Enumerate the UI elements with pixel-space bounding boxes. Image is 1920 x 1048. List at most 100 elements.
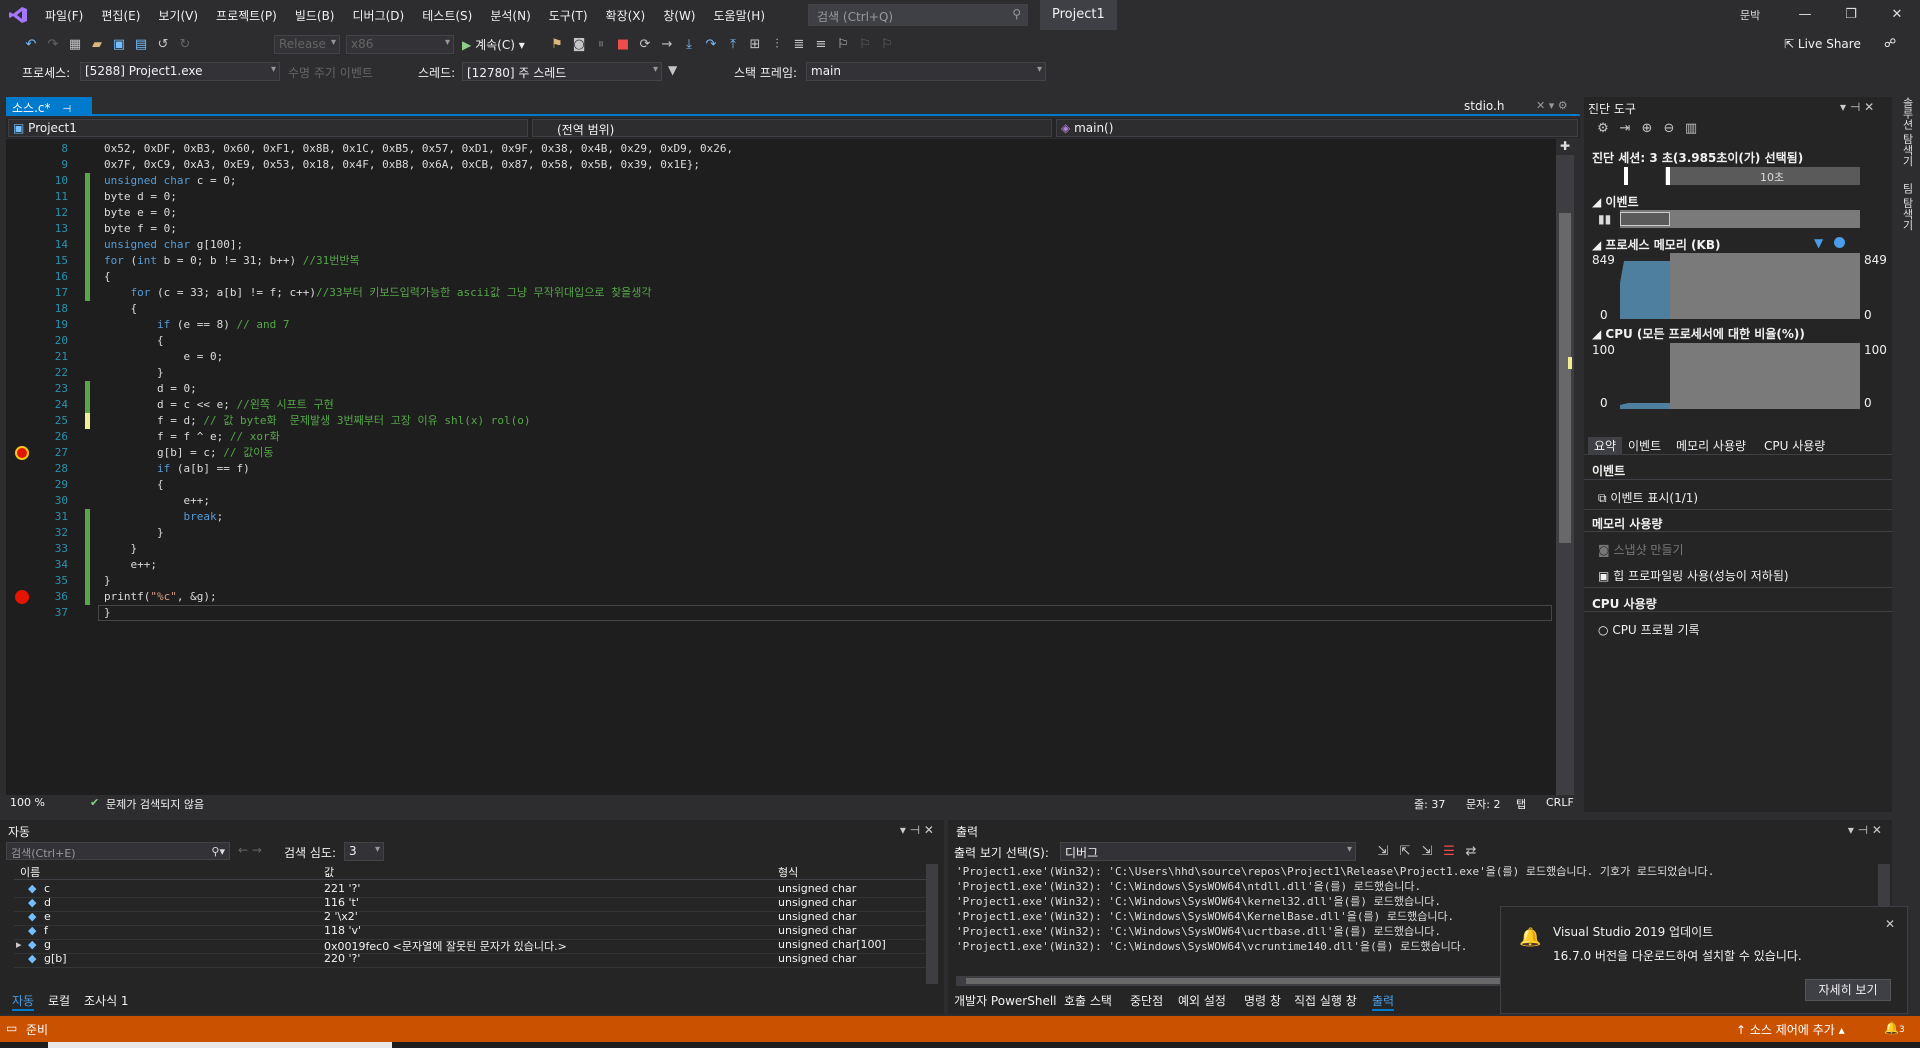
function-select[interactable]: ◈ main() (1056, 119, 1578, 137)
new-project-icon[interactable]: ▦ (64, 35, 86, 55)
code-line[interactable]: f = d; // 값 byte화 문제발생 3번째부터 고장 이유 shl(x… (104, 413, 531, 429)
learn-more-button[interactable]: 자세히 보기 (1805, 979, 1891, 1001)
code-line[interactable]: for (int b = 0; b != 31; b++) //31번반복 (104, 253, 360, 269)
menu-item[interactable]: 보기(V) (149, 7, 207, 24)
split-editor-icon[interactable]: ✚ (1556, 139, 1574, 155)
take-snapshot-button[interactable]: ◙ 스냅샷 만들기 (1598, 541, 1684, 558)
tab-call-stack[interactable]: 호출 스택 (1064, 992, 1112, 1009)
editor-scroll-thumb[interactable] (1559, 213, 1571, 543)
output-hscroll-thumb[interactable] (966, 978, 1506, 984)
variable-value[interactable]: 221 '?' (324, 882, 360, 895)
code-line[interactable]: { (104, 301, 137, 317)
notifications-icon[interactable]: 🔔3 (1884, 1021, 1905, 1035)
code-line[interactable]: { (104, 333, 164, 349)
zoom-level[interactable]: 100 % (10, 796, 45, 809)
code-line[interactable]: unsigned char c = 0; (104, 173, 236, 189)
configuration-select[interactable]: Release (274, 35, 340, 54)
code-line[interactable]: } (104, 541, 137, 557)
menu-item[interactable]: 도움말(H) (705, 7, 775, 24)
timeline-handle-right[interactable] (1666, 167, 1670, 185)
variable-row[interactable]: ◆ g[b] 220 '?' unsigned char (14, 952, 926, 968)
code-line[interactable]: for (c = 33; a[b] != f; c++)//33부터 키보드입력… (104, 285, 652, 301)
col-type[interactable]: 형식 (778, 864, 798, 880)
code-line[interactable]: 0x52, 0xDF, 0xB3, 0x60, 0xF1, 0x8B, 0x1C… (104, 141, 733, 157)
clear-all-icon[interactable]: ☰ (1438, 842, 1460, 862)
autos-scrollbar[interactable] (926, 864, 938, 984)
code-line[interactable]: } (104, 525, 164, 541)
process-select[interactable]: [5288] Project1.exe (80, 62, 280, 81)
screenshot-icon[interactable]: ◙ (568, 35, 590, 55)
restore-icon[interactable]: ❐ (1828, 0, 1874, 30)
tab-locals[interactable]: 로컬 (48, 992, 70, 1009)
hex-display-icon[interactable]: ⊞ (744, 35, 766, 55)
step-out-icon[interactable]: ⤒ (722, 35, 744, 55)
global-scope-select[interactable]: (전역 범위) (532, 119, 1052, 137)
reset-zoom-icon[interactable]: ▥ (1680, 119, 1702, 139)
redo-icon[interactable]: ↻ (174, 35, 196, 55)
restart-icon[interactable]: ⟳ (634, 35, 656, 55)
tab-indicator[interactable]: 탭 (1516, 796, 1526, 812)
undo-icon[interactable]: ↺ (152, 35, 174, 55)
bookmark-icon[interactable]: ⚐ (832, 35, 854, 55)
code-line[interactable]: unsigned char g[100]; (104, 237, 243, 253)
bookmark-prev-icon[interactable]: ⚐ (854, 35, 876, 55)
menu-item[interactable]: 테스트(S) (413, 7, 481, 24)
events-graph[interactable] (1620, 210, 1860, 228)
uncomment-icon[interactable]: ≡ (810, 35, 832, 55)
filter-icon[interactable]: ▼ (668, 63, 677, 77)
step-into-icon[interactable]: ⤓ (678, 35, 700, 55)
stop-icon[interactable]: ■ (612, 35, 634, 55)
code-line[interactable]: byte f = 0; (104, 221, 177, 237)
stack-frame-select[interactable]: main (806, 62, 1046, 81)
platform-select[interactable]: x86 (346, 35, 454, 54)
thread-select[interactable]: [12780] 주 스레드 (462, 62, 662, 81)
code-line[interactable]: if (a[b] == f) (104, 461, 250, 477)
col-name[interactable]: 이름 (20, 864, 40, 880)
lifecycle-events-button[interactable]: 수명 주기 이벤트 (288, 64, 373, 81)
menu-item[interactable]: 디버그(D) (344, 7, 414, 24)
show-events-link[interactable]: ⧉ 이벤트 표시(1/1) (1598, 489, 1698, 506)
editor-vertical-scrollbar[interactable] (1556, 139, 1574, 795)
code-line[interactable]: { (104, 477, 164, 493)
code-line[interactable]: byte e = 0; (104, 205, 177, 221)
project-scope-select[interactable]: ▣ Project1 (8, 119, 528, 137)
menu-item[interactable]: 창(W) (654, 7, 704, 24)
code-line[interactable]: 0x7F, 0xC9, 0xA3, 0xE9, 0x53, 0x18, 0x4F… (104, 157, 700, 173)
code-line[interactable]: byte d = 0; (104, 189, 177, 205)
record-cpu-profile-button[interactable]: ○ CPU 프로필 기록 (1598, 621, 1700, 638)
code-line[interactable]: if (e == 8) // and 7 (104, 317, 289, 333)
close-notification-icon[interactable]: ✕ (1885, 917, 1895, 931)
minimize-icon[interactable]: — (1782, 0, 1828, 30)
step-over-icon[interactable]: ↷ (700, 35, 722, 55)
breakpoint-current-icon[interactable] (15, 446, 29, 460)
tab-output[interactable]: 출력 (1372, 992, 1395, 1011)
code-line[interactable]: break; (104, 509, 223, 525)
tab-events[interactable]: 이벤트 (1628, 437, 1661, 454)
tab-command-window[interactable]: 명령 창 (1244, 992, 1281, 1009)
eol-indicator[interactable]: CRLF (1546, 796, 1574, 809)
feedback-icon[interactable]: ☍ (1884, 36, 1896, 50)
code-line[interactable]: f = f ^ e; // xor화 (104, 429, 280, 445)
word-wrap-icon[interactable]: ⇄ (1460, 842, 1482, 862)
menu-item[interactable]: 도구(T) (540, 7, 597, 24)
tab-watch1[interactable]: 조사식 1 (84, 992, 129, 1009)
menu-item[interactable]: 확장(X) (597, 7, 655, 24)
pause-icon[interactable]: ⏸ (590, 35, 612, 55)
col-value[interactable]: 값 (324, 864, 334, 880)
open-folder-icon[interactable]: ▰ (86, 35, 108, 55)
save-icon[interactable]: ▣ (108, 35, 130, 55)
panel-controls-icon[interactable]: ▾ ⊣ ✕ (900, 823, 934, 837)
code-line[interactable]: e = 0; (104, 349, 223, 365)
next-message-icon[interactable]: ⇲ (1416, 842, 1438, 862)
variable-value[interactable]: 118 'v' (324, 924, 361, 937)
expand-icon[interactable]: ▸ (16, 938, 22, 951)
variable-value[interactable]: 2 '\x2' (324, 910, 358, 923)
autos-search-input[interactable]: 검색(Ctrl+E) ⚲▾ (6, 842, 230, 860)
code-line[interactable]: { (104, 269, 111, 285)
panel-controls-icon[interactable]: ▾ ⊣ ✕ (1848, 823, 1882, 837)
pin-icon[interactable]: ⊣ (62, 104, 71, 115)
heap-profiling-button[interactable]: ▣ 힙 프로파일링 사용(성능이 저하됨) (1598, 567, 1789, 584)
code-line[interactable]: printf("%c", &g); (104, 589, 217, 605)
output-source-select[interactable]: 디버그 (1060, 842, 1356, 861)
tab-breakpoints[interactable]: 중단점 (1130, 992, 1163, 1009)
